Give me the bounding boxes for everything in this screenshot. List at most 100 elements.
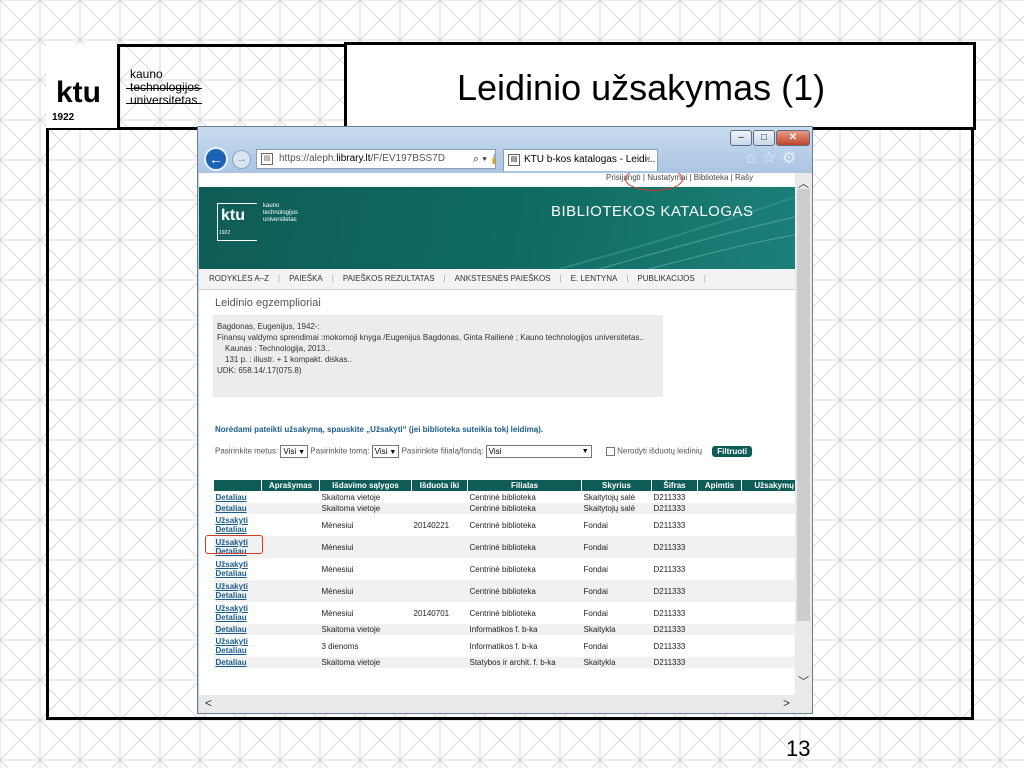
- cell-sifras: D211333: [653, 520, 686, 530]
- vertical-scrollbar[interactable]: ︿ ﹀: [795, 173, 812, 695]
- nav-item-publications[interactable]: PUBLIKACIJOS: [637, 269, 694, 289]
- scrollbar-thumb[interactable]: [797, 189, 810, 621]
- table-row: Detaliau Skaitoma vietoje Statybos ir arch…: [213, 657, 795, 668]
- details-link[interactable]: Detaliau: [216, 591, 260, 600]
- horizontal-scrollbar[interactable]: < >: [199, 695, 812, 713]
- logo-rule: [126, 88, 202, 89]
- title-box: Leidinio užsakymas (1): [344, 42, 976, 130]
- cell-empty: [697, 503, 742, 514]
- cell-skyrius: Skaitytojų salė: [583, 493, 636, 502]
- year-filter-label: Pasirinkite metus:: [215, 446, 279, 456]
- cell-salygos: Skaitoma vietoje: [319, 624, 412, 635]
- cell-empty: [698, 558, 742, 580]
- address-bar[interactable]: ▤ https://aleph.library.lt/F/EV197BSS7D ⌕…: [256, 149, 496, 169]
- cell-filialas: Informatikos f. b-ka: [467, 624, 582, 635]
- details-link[interactable]: Detaliau: [216, 504, 260, 513]
- cell-sifras: D211333: [651, 503, 698, 514]
- page-number: 13: [786, 736, 811, 761]
- column-header[interactable]: Filialas: [467, 479, 582, 492]
- scroll-right-icon[interactable]: >: [783, 696, 790, 710]
- cell-iki: [411, 657, 468, 668]
- back-arrow-icon[interactable]: ←: [204, 147, 228, 171]
- maximize-button[interactable]: □: [753, 130, 775, 146]
- nav-item-previous-searches[interactable]: ANKSTESNĖS PAIEŠKOS: [455, 269, 551, 289]
- order-link[interactable]: Užsakyti: [216, 604, 260, 613]
- cell-filialas: Centrinė biblioteka: [469, 564, 536, 574]
- filter-button[interactable]: Filtruoti: [712, 445, 753, 457]
- order-link[interactable]: Užsakyti: [216, 516, 260, 525]
- table-row: Detaliau Skaitoma vietoje Centrinė bibliot…: [214, 492, 796, 504]
- branch-select[interactable]: Visi ▼: [485, 445, 592, 458]
- cell-skyrius: Fondai: [583, 608, 608, 618]
- details-link[interactable]: Detaliau: [216, 525, 260, 534]
- nav-item-results[interactable]: PAIEŠKOS REZULTATAS: [343, 269, 435, 289]
- cell-iki: [412, 492, 468, 504]
- address-tools[interactable]: ⌕ ▾ 🔒 ↻: [473, 150, 495, 168]
- row-actions: Detaliau: [214, 492, 262, 504]
- column-header[interactable]: Užsakymų s: [741, 479, 795, 492]
- cell-empty: [742, 492, 796, 504]
- table-row: Užsakyti Detaliau Mėnesiui Centrinė bibliot…: [214, 558, 796, 580]
- column-header[interactable]: Šifras: [651, 479, 698, 492]
- home-favorites-settings-icons[interactable]: ⌂☆⚙: [746, 148, 802, 168]
- cell-salygos: Mėnesiui: [319, 580, 412, 602]
- cell-iki: [412, 558, 468, 580]
- nav-item-e-shelf[interactable]: E. LENTYNA: [571, 269, 618, 289]
- row-actions: Detaliau: [213, 503, 262, 514]
- close-button[interactable]: ✕: [776, 130, 810, 146]
- record-summary: Bagdonas, Eugenijus, 1942-: Finansų vald…: [213, 315, 663, 397]
- table-row: Užsakyti Detaliau Mėnesiui 20140221 Centrinė…: [214, 514, 796, 536]
- scroll-down-icon[interactable]: ﹀: [798, 673, 809, 689]
- cell-sifras: D211333: [651, 657, 698, 668]
- scroll-left-icon[interactable]: <: [205, 696, 212, 710]
- column-header[interactable]: Skyrius: [581, 479, 652, 492]
- cell-skyrius: Skaitytojų salė: [581, 503, 652, 514]
- table-row: Užsakyti Detaliau Mėnesiui Centrinė bibliot…: [213, 536, 795, 558]
- order-link[interactable]: Užsakyti: [216, 637, 260, 646]
- column-header[interactable]: Išduota iki: [411, 479, 468, 492]
- cell-empty: [742, 514, 796, 536]
- forward-arrow-icon[interactable]: →: [232, 150, 251, 169]
- cell-filialas: Centrinė biblioteka: [467, 503, 582, 514]
- cell-salygos: Skaitoma vietoje: [319, 503, 412, 514]
- details-link[interactable]: Detaliau: [216, 569, 260, 578]
- items-table: Aprašymas Išdavimo sąlygos Išduota iki F…: [213, 479, 795, 668]
- filter-bar: Pasirinkite metus: Visi ▼ Pasirinkite tom…: [215, 445, 795, 458]
- record-udk: UDK: 658.14/.17(075.8): [217, 366, 302, 375]
- record-title: Finansų valdymo sprendimai :mokomoji kny…: [217, 333, 644, 342]
- details-link[interactable]: Detaliau: [216, 658, 260, 667]
- column-header[interactable]: Išdavimo sąlygos: [319, 479, 412, 492]
- cell-aprasymas: [262, 514, 320, 536]
- banner-logo-text: kauno technologijos universitetas: [263, 203, 299, 223]
- order-link[interactable]: Užsakyti: [216, 560, 260, 569]
- cell-skyrius: Fondai: [583, 520, 608, 530]
- details-link[interactable]: Detaliau: [216, 625, 260, 634]
- page-icon: ▤: [261, 153, 273, 165]
- catalog-navbar: RODYKLĖS A–Z | PAIEŠKA | PAIEŠKOS REZULTATAS…: [199, 269, 795, 290]
- slide-title: Leidinio užsakymas (1): [457, 67, 826, 108]
- hide-loaned-checkbox[interactable]: [605, 447, 615, 456]
- cell-sifras: D211333: [653, 564, 686, 574]
- browser-tab[interactable]: ▤ KTU b-kos katalogas - Leidi... ×: [503, 149, 658, 171]
- cell-skyrius: Skaitykla: [581, 657, 652, 668]
- order-instruction: Norėdami pateikti užsakymą, spauskite „U…: [215, 425, 544, 434]
- nav-item-indexes[interactable]: RODYKLĖS A–Z: [209, 269, 269, 289]
- cell-aprasymas: [261, 657, 320, 668]
- close-tab-icon[interactable]: ×: [645, 150, 651, 170]
- year-select[interactable]: Visi ▼: [280, 445, 309, 458]
- details-link[interactable]: Detaliau: [216, 646, 260, 655]
- order-link[interactable]: Užsakyti: [216, 582, 260, 591]
- details-link[interactable]: Detaliau: [216, 613, 260, 622]
- nav-item-search[interactable]: PAIEŠKA: [289, 269, 323, 289]
- volume-select[interactable]: Visi ▼: [371, 445, 400, 458]
- column-header[interactable]: Apimtis: [697, 479, 742, 492]
- column-header: [213, 479, 262, 492]
- cell-salygos: Mėnesiui: [321, 520, 354, 530]
- browser-titlebar: – □ ✕ ← → ▤ https://aleph.library.lt/F/EV…: [198, 127, 812, 173]
- cell-salygos: Skaitoma vietoje: [321, 493, 381, 502]
- column-header[interactable]: Aprašymas: [261, 479, 320, 492]
- details-link[interactable]: Detaliau: [216, 493, 260, 502]
- minimize-button[interactable]: –: [730, 130, 752, 146]
- order-highlight: [205, 535, 263, 554]
- cell-sifras: D211333: [653, 641, 686, 651]
